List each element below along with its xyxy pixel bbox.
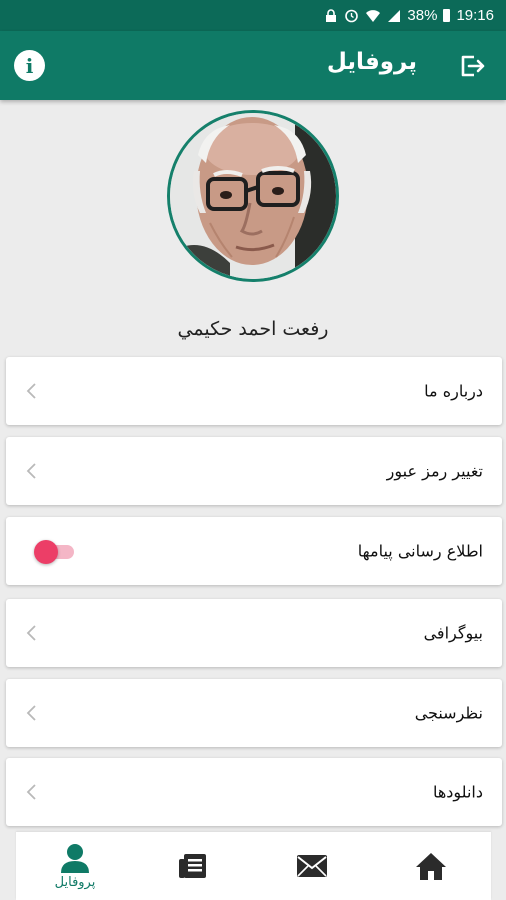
page-title: پروفایل [326, 49, 417, 75]
logout-icon[interactable] [458, 52, 486, 80]
menu-item-label: تغيير رمز عبور [386, 461, 483, 481]
alarm-icon [344, 8, 359, 23]
chevron-left-icon [26, 784, 36, 800]
chevron-left-icon [26, 625, 36, 641]
signal-icon [387, 9, 401, 23]
menu-item-survey[interactable]: نظرسنجی [6, 679, 502, 747]
notifications-toggle[interactable] [34, 540, 74, 564]
profile-icon [61, 843, 89, 873]
lock-icon [324, 8, 338, 23]
bottom-nav: پروفایل [16, 832, 491, 900]
battery-percent: 38% [407, 7, 438, 24]
menu-item-notifications: اطلاع رسانی پیامها [6, 517, 502, 585]
menu-item-change-password[interactable]: تغيير رمز عبور [6, 437, 502, 505]
menu-item-label: درباره ما [424, 381, 483, 401]
profile-photo [170, 113, 336, 279]
nav-profile-label: پروفایل [54, 874, 96, 890]
news-icon [179, 854, 206, 878]
nav-messages[interactable] [253, 832, 371, 900]
profile-name: رفعت احمد حکیمي [177, 318, 329, 340]
mail-icon [297, 855, 327, 877]
avatar[interactable] [167, 110, 339, 282]
info-icon[interactable]: i [14, 50, 45, 81]
clock: 19:16 [456, 7, 494, 24]
nav-news[interactable] [134, 832, 252, 900]
nav-profile[interactable]: پروفایل [16, 832, 134, 900]
wifi-icon [365, 9, 381, 23]
menu-item-downloads[interactable]: دانلودها [6, 758, 502, 826]
menu-item-biography[interactable]: بیوگرافی [6, 599, 502, 667]
menu-item-about[interactable]: درباره ما [6, 357, 502, 425]
menu-item-label: نظرسنجی [414, 703, 483, 723]
menu-item-label: اطلاع رسانی پیامها [357, 541, 483, 561]
app-bar: i پروفایل [0, 31, 506, 100]
status-bar: 38% 19:16 [0, 0, 506, 31]
chevron-left-icon [26, 705, 36, 721]
chevron-left-icon [26, 383, 36, 399]
battery-icon [443, 9, 451, 22]
menu-item-label: بیوگرافی [423, 623, 483, 643]
chevron-left-icon [26, 463, 36, 479]
nav-home[interactable] [372, 832, 490, 900]
toggle-thumb [34, 540, 58, 564]
home-icon [416, 853, 446, 880]
menu-item-label: دانلودها [432, 782, 483, 802]
